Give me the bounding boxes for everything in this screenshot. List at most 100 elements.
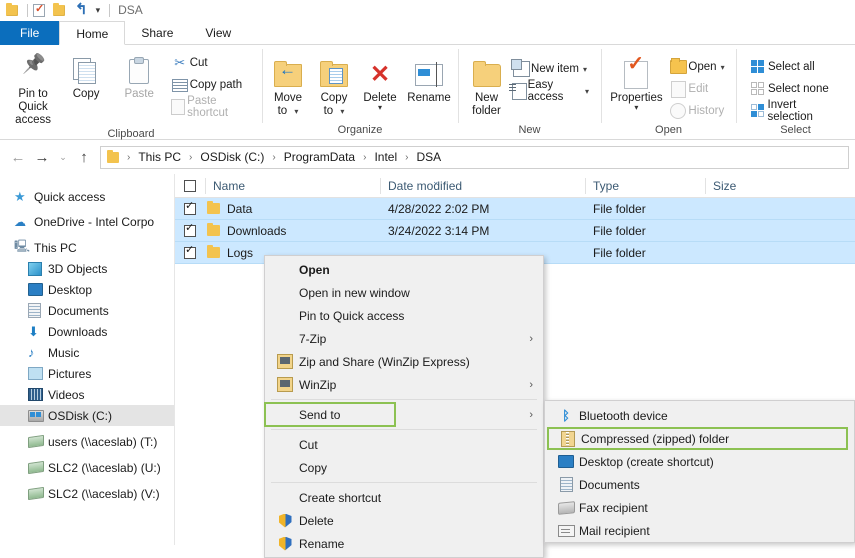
- submenu-item-bluetooth-device[interactable]: ᛒ Bluetooth device: [545, 404, 854, 427]
- new-item-button[interactable]: New item ▾: [507, 58, 593, 80]
- paste-shortcut-button[interactable]: Paste shortcut: [166, 95, 256, 119]
- sidebar-item-onedrive[interactable]: ☁ OneDrive - Intel Corpo: [0, 211, 175, 232]
- pin-to-quick-access-button[interactable]: Pin to Quick access: [7, 50, 60, 127]
- column-header-date-modified[interactable]: ⌄ Date modified: [380, 174, 585, 198]
- breadcrumb-sep-1[interactable]: ›: [183, 152, 198, 163]
- breadcrumb[interactable]: › This PC › OSDisk (C:) › ProgramData › …: [100, 145, 849, 169]
- new-item-caret-icon[interactable]: ▾: [583, 65, 587, 74]
- breadcrumb-dsa[interactable]: DSA: [414, 150, 443, 164]
- sidebar-item-videos[interactable]: Videos: [0, 384, 175, 405]
- tab-share[interactable]: Share: [125, 21, 189, 45]
- properties-button[interactable]: Properties ▾: [608, 54, 664, 112]
- select-all-checkbox[interactable]: [175, 174, 205, 198]
- sidebar-item-users-t[interactable]: users (\\aceslab) (T:): [0, 431, 175, 452]
- easy-access-caret-icon[interactable]: ▾: [585, 87, 589, 96]
- sidebar-item-this-pc[interactable]: 🖳 This PC: [0, 237, 175, 258]
- breadcrumb-intel[interactable]: Intel: [372, 150, 399, 164]
- menu-label: Zip and Share (WinZip Express): [299, 354, 470, 369]
- sidebar-item-downloads[interactable]: ⬇ Downloads: [0, 321, 175, 342]
- menu-item-open[interactable]: Open: [265, 258, 543, 281]
- tab-file[interactable]: File: [0, 21, 60, 45]
- cut-button[interactable]: ✂ Cut: [166, 52, 256, 74]
- breadcrumb-this-pc[interactable]: This PC: [136, 150, 183, 164]
- history-button[interactable]: History: [664, 100, 728, 122]
- new-folder-button[interactable]: New folder: [466, 54, 507, 118]
- up-button[interactable]: ↑: [72, 145, 96, 169]
- rename-button[interactable]: Rename: [403, 54, 455, 105]
- properties-caret-icon[interactable]: ▾: [634, 104, 638, 112]
- shield-icon: [271, 513, 299, 528]
- menu-item-send-to[interactable]: Send to ›: [264, 402, 543, 427]
- column-header-type[interactable]: Type: [585, 174, 705, 198]
- recent-locations-button[interactable]: ⌄: [54, 145, 72, 169]
- row-checkbox[interactable]: [175, 198, 205, 220]
- ribbon-group-organize: Move to ▾ Copy to ▾ ✕ Delete ▾ Rename: [262, 45, 458, 139]
- menu-item-zip-and-share[interactable]: Zip and Share (WinZip Express): [265, 350, 543, 373]
- qat-customize-caret-icon[interactable]: ▾: [96, 5, 101, 16]
- submenu-item-desktop-create-shortcut[interactable]: Desktop (create shortcut): [545, 450, 854, 473]
- sidebar-item-osdisk[interactable]: OSDisk (C:): [0, 405, 175, 426]
- paste-button[interactable]: Paste: [113, 50, 166, 101]
- qat-new-folder-icon[interactable]: [53, 2, 65, 16]
- delete-button[interactable]: ✕ Delete ▾: [357, 54, 403, 112]
- row-name[interactable]: Data: [205, 198, 380, 220]
- copy-path-button[interactable]: Copy path: [166, 74, 256, 96]
- open-button[interactable]: Open ▾: [664, 56, 728, 78]
- column-header-size[interactable]: Size: [705, 174, 785, 198]
- sidebar-item-documents[interactable]: Documents: [0, 300, 175, 321]
- submenu-item-documents[interactable]: Documents: [545, 473, 854, 496]
- breadcrumb-osdisk[interactable]: OSDisk (C:): [198, 150, 266, 164]
- sidebar-item-pictures[interactable]: Pictures: [0, 363, 175, 384]
- sidebar-label: OneDrive - Intel Corpo: [34, 214, 155, 229]
- invert-selection-button[interactable]: Invert selection: [744, 99, 847, 123]
- menu-item-winzip[interactable]: WinZip ›: [265, 373, 543, 396]
- table-row[interactable]: Data 4/28/2022 2:02 PM File folder: [175, 198, 855, 220]
- table-row[interactable]: Downloads 3/24/2022 3:14 PM File folder: [175, 220, 855, 242]
- submenu-item-compressed-zipped-folder[interactable]: Compressed (zipped) folder: [547, 427, 848, 450]
- menu-item-cut[interactable]: Cut: [265, 433, 543, 456]
- submenu-item-mail-recipient[interactable]: Mail recipient: [545, 519, 854, 542]
- row-date-modified: 4/28/2022 2:02 PM: [388, 201, 490, 216]
- menu-item-pin-to-quick-access[interactable]: Pin to Quick access: [265, 304, 543, 327]
- tab-view[interactable]: View: [189, 21, 247, 45]
- tab-home[interactable]: Home: [59, 21, 126, 45]
- sidebar-item-music[interactable]: ♪ Music: [0, 342, 175, 363]
- easy-access-button[interactable]: Easy access ▾: [507, 79, 593, 103]
- sidebar-item-3d-objects[interactable]: 3D Objects: [0, 258, 175, 279]
- qat-folder-icon[interactable]: [6, 2, 18, 16]
- column-header-name[interactable]: Name: [205, 174, 380, 198]
- row-checkbox[interactable]: [175, 242, 205, 264]
- breadcrumb-sep-3[interactable]: ›: [357, 152, 372, 163]
- breadcrumb-sep-2[interactable]: ›: [266, 152, 281, 163]
- submenu-item-fax-recipient[interactable]: Fax recipient: [545, 496, 854, 519]
- edit-button[interactable]: Edit: [664, 78, 728, 100]
- row-checkbox[interactable]: [175, 220, 205, 242]
- copy-to-button[interactable]: Copy to ▾: [311, 54, 357, 118]
- move-to-button[interactable]: Move to ▾: [265, 54, 311, 118]
- sidebar-item-quick-access[interactable]: ★ Quick access: [0, 186, 175, 207]
- menu-item-create-shortcut[interactable]: Create shortcut: [265, 486, 543, 509]
- qat-properties-check-icon[interactable]: [33, 2, 45, 17]
- select-none-button[interactable]: Select none: [744, 78, 847, 100]
- open-caret-icon[interactable]: ▾: [721, 63, 725, 72]
- column-label: Date modified: [388, 178, 463, 193]
- menu-item-copy[interactable]: Copy: [265, 456, 543, 479]
- qat-undo-icon[interactable]: ↰: [75, 2, 88, 17]
- menu-item-delete[interactable]: Delete: [265, 509, 543, 532]
- back-button[interactable]: ←: [6, 145, 30, 169]
- breadcrumb-sep-4[interactable]: ›: [399, 152, 414, 163]
- zip-folder-icon: [555, 430, 581, 447]
- shield-icon: [271, 536, 299, 551]
- menu-item-7-zip[interactable]: 7-Zip ›: [265, 327, 543, 350]
- row-name[interactable]: Downloads: [205, 220, 380, 242]
- breadcrumb-programdata[interactable]: ProgramData: [282, 150, 357, 164]
- sidebar-item-desktop[interactable]: Desktop: [0, 279, 175, 300]
- sidebar-item-slc2-u[interactable]: SLC2 (\\aceslab) (U:): [0, 457, 175, 478]
- menu-item-open-in-new-window[interactable]: Open in new window: [265, 281, 543, 304]
- copy-button[interactable]: Copy: [60, 50, 113, 101]
- forward-button[interactable]: →: [30, 145, 54, 169]
- select-all-button[interactable]: Select all: [744, 56, 847, 78]
- delete-caret-icon[interactable]: ▾: [378, 104, 382, 112]
- sidebar-item-slc2-v[interactable]: SLC2 (\\aceslab) (V:): [0, 483, 175, 504]
- menu-item-rename[interactable]: Rename: [265, 532, 543, 555]
